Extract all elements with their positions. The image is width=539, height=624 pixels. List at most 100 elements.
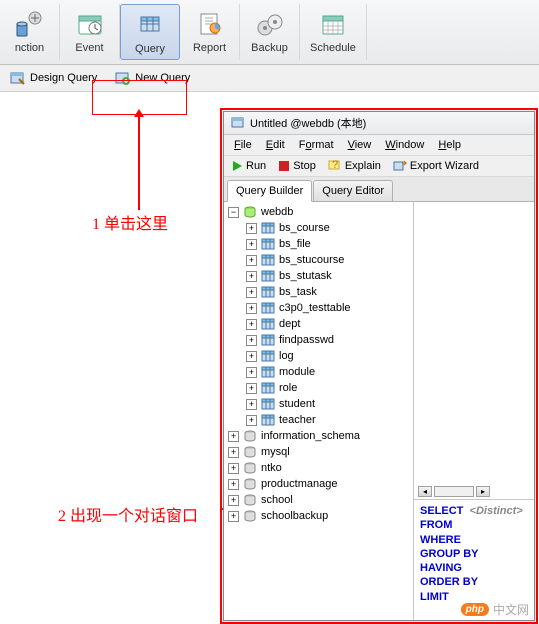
toolbar-backup[interactable]: Backup xyxy=(240,4,300,60)
toolbar-function-label: nction xyxy=(15,42,44,54)
tree-table-item[interactable]: +bs_stutask xyxy=(226,268,411,284)
tree-expand-icon[interactable]: + xyxy=(228,479,239,490)
tree-expand-icon[interactable]: + xyxy=(246,335,257,346)
export-wizard-button[interactable]: Export Wizard xyxy=(390,159,482,173)
tree-expand-icon[interactable]: + xyxy=(228,431,239,442)
event-icon xyxy=(74,8,106,40)
tree-expand-icon[interactable]: + xyxy=(246,367,257,378)
tree-label: c3p0_testtable xyxy=(279,302,351,314)
tree-db-item[interactable]: + ntko xyxy=(226,460,411,476)
tree-expand-icon[interactable]: + xyxy=(228,463,239,474)
main-toolbar: nction Event Query Report Backup Schedul… xyxy=(0,0,539,65)
tree-table-item[interactable]: + c3p0_testtable xyxy=(226,300,411,316)
menu-help[interactable]: Help xyxy=(432,137,467,153)
tree-table-item[interactable]: +teacher xyxy=(226,412,411,428)
tree-expand-icon[interactable]: + xyxy=(246,271,257,282)
tab-query-editor[interactable]: Query Editor xyxy=(313,180,393,201)
tree-expand-icon[interactable]: + xyxy=(246,255,257,266)
tree-label: findpasswd xyxy=(279,334,334,346)
design-query-button[interactable]: Design Query xyxy=(6,68,101,88)
toolbar-backup-label: Backup xyxy=(251,42,288,54)
dialog-titlebar[interactable]: Untitled @webdb (本地) xyxy=(224,112,534,135)
scroll-right-button[interactable]: ▸ xyxy=(476,486,490,497)
tree-table-item[interactable]: + dept xyxy=(226,316,411,332)
scroll-left-button[interactable]: ◂ xyxy=(418,486,432,497)
tree-label: bs_stucourse xyxy=(279,254,344,266)
run-button[interactable]: Run xyxy=(228,159,269,173)
tree-db-item[interactable]: +information_schema xyxy=(226,428,411,444)
table-icon xyxy=(260,237,276,251)
menu-edit[interactable]: Edit xyxy=(260,137,291,153)
sub-toolbar: Design Query New Query xyxy=(0,65,539,92)
tree-label: schoolbackup xyxy=(261,510,328,522)
tree-db-item[interactable]: +mysql xyxy=(226,444,411,460)
dialog-menubar: File Edit Format View Window Help xyxy=(224,135,534,156)
tree-expand-icon[interactable]: + xyxy=(246,351,257,362)
export-label: Export Wizard xyxy=(410,160,479,172)
table-icon xyxy=(260,381,276,395)
sql-where: WHERE xyxy=(420,533,528,547)
database-icon xyxy=(242,429,258,443)
run-icon xyxy=(231,160,243,172)
tree-expand-icon[interactable]: + xyxy=(246,415,257,426)
tree-table-item[interactable]: + findpasswd xyxy=(226,332,411,348)
db-tree: − webdb +bs_course+bs_file+bs_stucourse+… xyxy=(224,202,413,526)
tree-db-item[interactable]: + schoolbackup xyxy=(226,508,411,524)
tree-label: bs_file xyxy=(279,238,311,250)
toolbar-report-label: Report xyxy=(193,42,226,54)
explain-button[interactable]: ? Explain xyxy=(325,159,384,173)
tree-label: webdb xyxy=(261,206,293,218)
menu-view[interactable]: View xyxy=(342,137,378,153)
tree-db-item[interactable]: +productmanage xyxy=(226,476,411,492)
tree-table-item[interactable]: + bs_file xyxy=(226,236,411,252)
watermark-badge: php xyxy=(461,603,489,616)
tree-expand-icon[interactable]: + xyxy=(246,319,257,330)
tree-table-item[interactable]: +bs_course xyxy=(226,220,411,236)
dialog-title-text: Untitled @webdb (本地) xyxy=(250,115,366,131)
toolbar-schedule[interactable]: Schedule xyxy=(300,4,367,60)
tree-table-item[interactable]: +module xyxy=(226,364,411,380)
tree-scroll[interactable]: − webdb +bs_course+bs_file+bs_stucourse+… xyxy=(224,202,413,620)
tree-label: ntko xyxy=(261,462,282,474)
tree-expand-icon[interactable]: + xyxy=(228,511,239,522)
design-query-label: Design Query xyxy=(30,72,97,84)
tab-query-builder[interactable]: Query Builder xyxy=(227,180,312,202)
tree-expand-icon[interactable]: + xyxy=(228,495,239,506)
tree-table-item[interactable]: +role xyxy=(226,380,411,396)
tree-toggle-icon[interactable]: − xyxy=(228,207,239,218)
tree-expand-icon[interactable]: + xyxy=(246,399,257,410)
design-query-icon xyxy=(10,70,26,86)
toolbar-report[interactable]: Report xyxy=(180,4,240,60)
tree-table-item[interactable]: +student xyxy=(226,396,411,412)
toolbar-event[interactable]: Event xyxy=(60,4,120,60)
tree-table-item[interactable]: +log xyxy=(226,348,411,364)
tree-expand-icon[interactable]: + xyxy=(246,303,257,314)
dialog-body: − webdb +bs_course+bs_file+bs_stucourse+… xyxy=(224,202,534,620)
new-query-button[interactable]: New Query xyxy=(111,68,194,88)
database-icon xyxy=(242,509,258,523)
table-icon xyxy=(260,413,276,427)
menu-format[interactable]: Format xyxy=(293,137,340,153)
query-icon xyxy=(134,9,166,41)
tree-db-webdb[interactable]: − webdb xyxy=(226,204,411,220)
tree-expand-icon[interactable]: + xyxy=(246,223,257,234)
tree-table-item[interactable]: +bs_task xyxy=(226,284,411,300)
toolbar-query[interactable]: Query xyxy=(120,4,180,60)
tree-table-item[interactable]: + bs_stucourse xyxy=(226,252,411,268)
tree-label: school xyxy=(261,494,293,506)
new-query-label: New Query xyxy=(135,72,190,84)
table-icon xyxy=(260,333,276,347)
query-canvas[interactable]: ◂ ▸ xyxy=(414,202,534,500)
tree-expand-icon[interactable]: + xyxy=(246,239,257,250)
tree-expand-icon[interactable]: + xyxy=(228,447,239,458)
menu-window[interactable]: Window xyxy=(379,137,430,153)
tree-expand-icon[interactable]: + xyxy=(246,383,257,394)
scroll-track[interactable] xyxy=(434,486,474,497)
toolbar-function[interactable]: nction xyxy=(0,4,60,60)
stop-button[interactable]: Stop xyxy=(275,159,319,173)
tree-label: dept xyxy=(279,318,300,330)
toolbar-query-label: Query xyxy=(135,43,165,55)
menu-file[interactable]: File xyxy=(228,137,258,153)
tree-db-item[interactable]: + school xyxy=(226,492,411,508)
tree-expand-icon[interactable]: + xyxy=(246,287,257,298)
